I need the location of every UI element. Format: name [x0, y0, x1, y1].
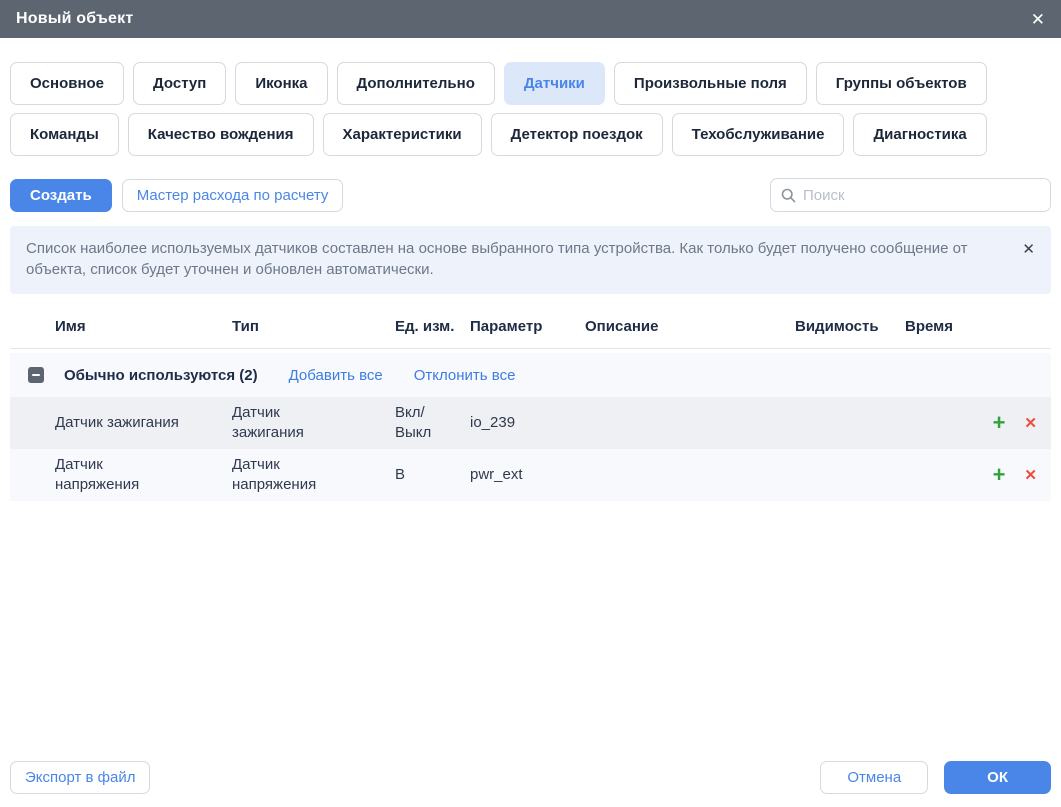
sensor-name: Датчик напряжения	[55, 455, 232, 495]
info-banner-text: Список наиболее используемых датчиков со…	[26, 238, 1022, 280]
new-unit-dialog: Новый объект ✕ Основное Доступ Иконка До…	[0, 0, 1061, 807]
add-sensor-icon[interactable]: +	[993, 464, 1006, 486]
banner-close-icon[interactable]: ✕	[1022, 240, 1035, 258]
info-banner: Список наиболее используемых датчиков со…	[10, 226, 1051, 294]
add-all-link[interactable]: Добавить все	[289, 367, 383, 384]
sensor-parameter: io_239	[470, 413, 585, 433]
fuel-wizard-button[interactable]: Мастер расхода по расчету	[122, 179, 344, 212]
search-box[interactable]	[770, 178, 1051, 212]
sensor-name: Датчик зажигания	[55, 413, 232, 433]
column-header-parameter: Параметр	[470, 317, 585, 337]
decline-all-link[interactable]: Отклонить все	[414, 367, 516, 384]
sensors-toolbar: Создать Мастер расхода по расчету	[10, 178, 1051, 212]
tab-advanced[interactable]: Дополнительно	[337, 62, 495, 105]
column-header-time: Время	[905, 317, 965, 337]
remove-sensor-icon[interactable]: ✕	[1024, 468, 1037, 483]
column-header-visibility: Видимость	[795, 317, 905, 337]
tab-characteristics[interactable]: Характеристики	[323, 113, 482, 156]
sensor-unit: Вкл/ Выкл	[395, 403, 470, 443]
tab-eco-driving[interactable]: Качество вождения	[128, 113, 314, 156]
tab-icon[interactable]: Иконка	[235, 62, 327, 105]
cancel-button[interactable]: Отмена	[820, 761, 928, 794]
dialog-title: Новый объект	[16, 10, 133, 28]
tab-diagnostics[interactable]: Диагностика	[853, 113, 986, 156]
sensors-table-header: Имя Тип Ед. изм. Параметр Описание Видим…	[10, 307, 1051, 349]
ok-button[interactable]: ОК	[944, 761, 1051, 794]
search-input[interactable]	[803, 187, 1040, 204]
add-sensor-icon[interactable]: +	[993, 412, 1006, 434]
column-header-unit: Ед. изм.	[395, 317, 470, 337]
dialog-close-icon[interactable]: ✕	[1031, 11, 1045, 28]
footer-actions: Отмена ОК	[820, 761, 1051, 794]
column-header-name: Имя	[55, 317, 232, 337]
column-header-type: Тип	[232, 317, 395, 337]
column-header-description: Описание	[585, 317, 795, 337]
table-row: Датчик зажигания Датчик зажигания Вкл/ В…	[10, 397, 1051, 449]
tab-unit-groups[interactable]: Группы объектов	[816, 62, 987, 105]
remove-sensor-icon[interactable]: ✕	[1024, 416, 1037, 431]
export-to-file-button[interactable]: Экспорт в файл	[10, 761, 150, 794]
tab-custom-fields[interactable]: Произвольные поля	[614, 62, 807, 105]
sensor-type: Датчик напряжения	[232, 455, 395, 495]
create-sensor-button[interactable]: Создать	[10, 179, 112, 212]
row-actions: + ✕	[993, 464, 1037, 486]
row-actions: + ✕	[993, 412, 1037, 434]
tab-commands[interactable]: Команды	[10, 113, 119, 156]
tab-trip-detector[interactable]: Детектор поездок	[491, 113, 663, 156]
collapse-group-icon[interactable]	[28, 367, 44, 383]
search-icon	[781, 188, 796, 203]
tab-access[interactable]: Доступ	[133, 62, 226, 105]
sensor-group-row: Обычно используются (2) Добавить все Отк…	[10, 353, 1051, 397]
sensor-parameter: pwr_ext	[470, 465, 585, 485]
tab-maintenance[interactable]: Техобслуживание	[672, 113, 845, 156]
dialog-titlebar: Новый объект ✕	[0, 0, 1061, 38]
dialog-footer: Экспорт в файл Отмена ОК	[10, 761, 1051, 794]
tab-row-2: Команды Качество вождения Характеристики…	[0, 113, 1061, 156]
sensor-group-title: Обычно используются (2)	[64, 367, 258, 384]
tab-sensors[interactable]: Датчики	[504, 62, 605, 105]
tab-main[interactable]: Основное	[10, 62, 124, 105]
table-row: Датчик напряжения Датчик напряжения В pw…	[10, 449, 1051, 501]
sensor-type: Датчик зажигания	[232, 403, 395, 443]
tab-row-1: Основное Доступ Иконка Дополнительно Дат…	[0, 62, 1061, 105]
sensor-unit: В	[395, 465, 470, 485]
